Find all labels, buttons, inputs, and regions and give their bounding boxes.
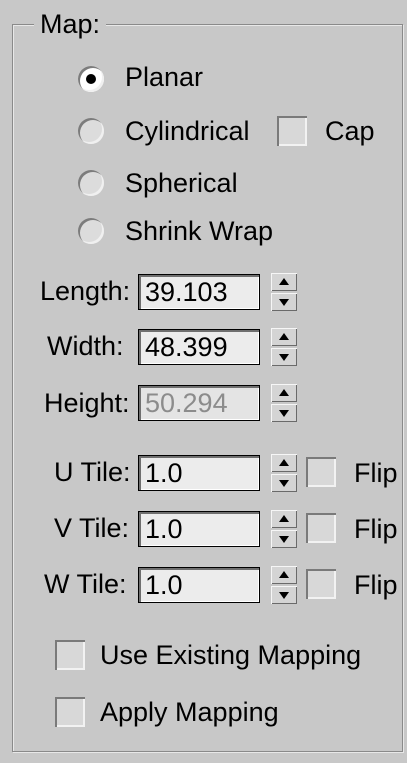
radio-shrink-wrap[interactable] [78,218,104,244]
u-flip-label[interactable]: Flip [354,458,398,488]
w-flip-checkbox[interactable] [306,569,336,599]
width-spinner-up[interactable] [271,328,297,346]
w-flip-label[interactable]: Flip [354,570,398,600]
length-spinner[interactable] [271,273,297,311]
height-field[interactable]: 50.294 [138,385,260,421]
radio-spherical[interactable] [78,170,104,196]
v-tile-spinner-down[interactable] [271,530,297,548]
height-spinner[interactable] [271,384,297,422]
width-spinner-down[interactable] [271,348,297,366]
width-label: Width: [47,331,124,361]
apply-mapping-label[interactable]: Apply Mapping [100,697,279,727]
radio-shrink-wrap-label[interactable]: Shrink Wrap [125,216,273,246]
triangle-up-icon [279,333,289,340]
v-flip-checkbox[interactable] [306,513,336,543]
v-tile-spinner[interactable] [271,510,297,548]
u-tile-field[interactable]: 1.0 [138,455,260,491]
radio-planar-label[interactable]: Planar [125,62,203,92]
width-spinner[interactable] [271,328,297,366]
use-existing-mapping-label[interactable]: Use Existing Mapping [100,640,361,670]
triangle-up-icon [279,389,289,396]
triangle-down-icon [279,536,289,543]
triangle-up-icon [279,515,289,522]
cap-label[interactable]: Cap [325,116,375,146]
radio-spherical-label[interactable]: Spherical [125,168,238,198]
width-field[interactable]: 48.399 [138,329,260,365]
triangle-up-icon [279,459,289,466]
length-spinner-down[interactable] [271,293,297,311]
w-tile-label: W Tile: [44,569,127,599]
w-tile-spinner[interactable] [271,566,297,604]
v-flip-label[interactable]: Flip [354,514,398,544]
apply-mapping-checkbox[interactable] [55,697,85,727]
v-tile-label: V Tile: [54,513,130,543]
radio-cylindrical[interactable] [78,118,104,144]
v-tile-field[interactable]: 1.0 [138,511,260,547]
height-spinner-down[interactable] [271,404,297,422]
length-label: Length: [40,276,131,306]
radio-cylindrical-label[interactable]: Cylindrical [125,116,250,146]
triangle-down-icon [279,354,289,361]
triangle-up-icon [279,278,289,285]
triangle-up-icon [279,571,289,578]
triangle-down-icon [279,592,289,599]
triangle-down-icon [279,410,289,417]
w-tile-spinner-up[interactable] [271,566,297,584]
cap-checkbox[interactable] [277,116,307,146]
u-tile-spinner-down[interactable] [271,474,297,492]
radio-selected-dot [86,74,96,84]
u-tile-spinner[interactable] [271,454,297,492]
u-tile-spinner-up[interactable] [271,454,297,472]
w-tile-field[interactable]: 1.0 [138,567,260,603]
map-panel: Map: Planar Cylindrical Cap Spherical Sh… [0,0,407,763]
triangle-down-icon [279,480,289,487]
w-tile-spinner-down[interactable] [271,586,297,604]
use-existing-mapping-checkbox[interactable] [55,640,85,670]
radio-planar[interactable] [78,66,104,92]
u-tile-label: U Tile: [54,457,131,487]
length-spinner-up[interactable] [271,273,297,291]
height-label: Height: [44,388,130,418]
height-spinner-up[interactable] [271,384,297,402]
length-field[interactable]: 39.103 [138,274,260,310]
u-flip-checkbox[interactable] [306,457,336,487]
map-group-title: Map: [34,9,107,39]
triangle-down-icon [279,299,289,306]
v-tile-spinner-up[interactable] [271,510,297,528]
